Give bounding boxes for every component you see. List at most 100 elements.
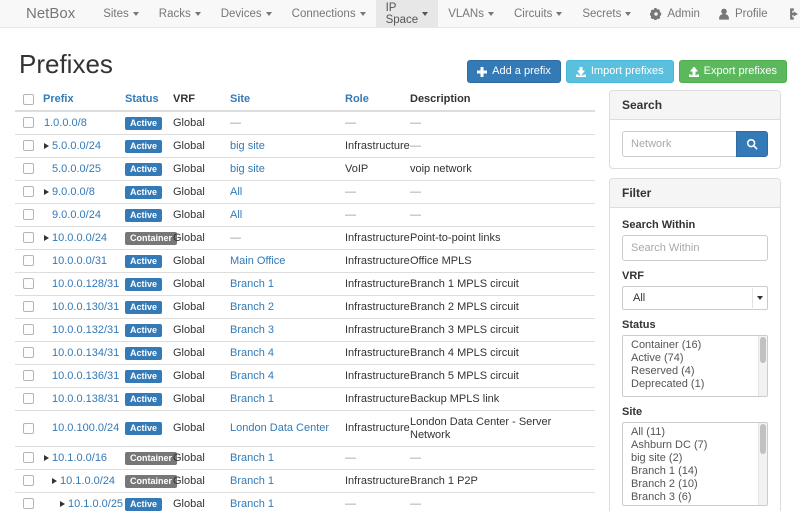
chevron-down-icon xyxy=(752,288,766,308)
site-link[interactable]: Branch 3 xyxy=(230,324,274,336)
navbar-menu-item[interactable]: Secrets xyxy=(572,0,641,27)
table-row: 10.1.0.0/16 Container Global Branch 1 — … xyxy=(15,447,595,470)
add-prefix-button[interactable]: Add a prefix xyxy=(467,60,561,83)
site-link[interactable]: Branch 4 xyxy=(230,370,274,382)
row-checkbox[interactable] xyxy=(23,423,34,434)
site-link[interactable]: Branch 1 xyxy=(230,452,274,464)
profile-menu-item[interactable]: Profile xyxy=(709,0,777,27)
search-button[interactable] xyxy=(736,131,768,157)
site-link[interactable]: Main Office xyxy=(230,255,285,267)
prefix-link[interactable]: 9.0.0.0/24 xyxy=(52,209,101,221)
row-checkbox[interactable] xyxy=(23,140,34,151)
import-prefixes-button[interactable]: Import prefixes xyxy=(566,60,674,83)
row-checkbox[interactable] xyxy=(23,498,34,509)
row-checkbox[interactable] xyxy=(23,117,34,128)
row-checkbox[interactable] xyxy=(23,324,34,335)
filter-option[interactable]: Active (74) xyxy=(631,352,767,365)
status-filter-listbox[interactable]: Container (16)Active (74)Reserved (4)Dep… xyxy=(622,335,768,397)
prefix-link[interactable]: 10.0.0.132/31 xyxy=(52,324,119,336)
filter-option[interactable]: Branch 1 (14) xyxy=(631,465,767,478)
prefix-link[interactable]: 10.1.0.0/25 xyxy=(68,498,123,510)
navbar-menu-item[interactable]: Connections xyxy=(282,0,376,27)
vrf-value: Global xyxy=(173,301,205,313)
site-link[interactable]: big site xyxy=(230,140,265,152)
logout-menu-item[interactable]: Log out xyxy=(777,0,800,27)
vrf-select[interactable]: All xyxy=(622,286,768,310)
prefix-link[interactable]: 10.0.0.136/31 xyxy=(52,370,119,382)
admin-menu-item[interactable]: Admin xyxy=(641,0,709,27)
prefix-link[interactable]: 10.0.0.0/31 xyxy=(52,255,107,267)
select-all-checkbox[interactable] xyxy=(23,94,34,105)
column-header-role[interactable]: Role xyxy=(345,93,369,105)
navbar-menu-item[interactable]: IP Space xyxy=(376,0,439,27)
filter-option[interactable]: All (11) xyxy=(631,426,767,439)
row-checkbox[interactable] xyxy=(23,301,34,312)
prefix-link[interactable]: 1.0.0.0/8 xyxy=(44,117,87,129)
prefix-link[interactable]: 10.0.0.0/24 xyxy=(52,232,107,244)
row-checkbox[interactable] xyxy=(23,393,34,404)
row-checkbox[interactable] xyxy=(23,475,34,486)
column-header-prefix[interactable]: Prefix xyxy=(43,93,74,105)
row-checkbox[interactable] xyxy=(23,186,34,197)
navbar-menu-item[interactable]: Circuits xyxy=(504,0,572,27)
row-checkbox[interactable] xyxy=(23,163,34,174)
site-filter-listbox[interactable]: All (11)Ashburn DC (7)big site (2)Branch… xyxy=(622,422,768,506)
role-value: Infrastructure xyxy=(345,324,410,336)
navbar-menu-item[interactable]: Devices xyxy=(211,0,282,27)
row-checkbox[interactable] xyxy=(23,347,34,358)
filter-option[interactable]: Deprecated (1) xyxy=(631,378,767,391)
column-header-status[interactable]: Status xyxy=(125,93,159,105)
status-badge: Active xyxy=(125,163,162,176)
status-badge: Container xyxy=(125,475,177,488)
row-checkbox[interactable] xyxy=(23,452,34,463)
row-checkbox[interactable] xyxy=(23,209,34,220)
filter-option[interactable]: Ashburn DC (7) xyxy=(631,439,767,452)
caret-right-icon xyxy=(44,189,49,195)
status-scrollbar[interactable] xyxy=(758,336,767,396)
site-options: All (11)Ashburn DC (7)big site (2)Branch… xyxy=(623,423,767,506)
navbar-menu-item-label: Secrets xyxy=(582,8,621,20)
filter-option[interactable]: Branch 4 (12) xyxy=(631,504,767,506)
prefix-link[interactable]: 10.0.100.0/24 xyxy=(52,422,119,434)
site-link[interactable]: Branch 1 xyxy=(230,498,274,510)
prefix-link[interactable]: 10.0.0.138/31 xyxy=(52,393,119,405)
prefix-link[interactable]: 10.1.0.0/24 xyxy=(60,475,115,487)
row-checkbox[interactable] xyxy=(23,370,34,381)
site-link[interactable]: big site xyxy=(230,163,265,175)
column-header-site[interactable]: Site xyxy=(230,93,250,105)
row-checkbox[interactable] xyxy=(23,255,34,266)
filter-option[interactable]: Branch 2 (10) xyxy=(631,478,767,491)
navbar-menu-item-label: Racks xyxy=(159,8,191,20)
site-link[interactable]: Branch 1 xyxy=(230,393,274,405)
site-link[interactable]: Branch 2 xyxy=(230,301,274,313)
row-checkbox[interactable] xyxy=(23,278,34,289)
site-link[interactable]: All xyxy=(230,209,242,221)
site-link[interactable]: Branch 1 xyxy=(230,475,274,487)
site-link[interactable]: All xyxy=(230,186,242,198)
filter-option[interactable]: big site (2) xyxy=(631,452,767,465)
row-checkbox[interactable] xyxy=(23,232,34,243)
site-scrollbar[interactable] xyxy=(758,423,767,505)
filter-option[interactable]: Reserved (4) xyxy=(631,365,767,378)
prefix-link[interactable]: 9.0.0.0/8 xyxy=(52,186,95,198)
site-filter-label: Site xyxy=(622,406,768,418)
brand-logo[interactable]: NetBox xyxy=(12,0,85,27)
navbar-menu-item[interactable]: VLANs xyxy=(438,0,504,27)
site-link[interactable]: Branch 4 xyxy=(230,347,274,359)
search-input[interactable] xyxy=(622,131,736,157)
prefix-link[interactable]: 5.0.0.0/25 xyxy=(52,163,101,175)
search-within-input[interactable] xyxy=(622,235,768,261)
filter-option[interactable]: Container (16) xyxy=(631,339,767,352)
filter-option[interactable]: Branch 3 (6) xyxy=(631,491,767,504)
site-link[interactable]: London Data Center xyxy=(230,422,329,434)
filter-panel: Filter Search Within VRF All Status Cont… xyxy=(609,178,781,511)
prefix-link[interactable]: 10.1.0.0/16 xyxy=(52,452,107,464)
navbar-menu-item[interactable]: Racks xyxy=(149,0,211,27)
prefix-link[interactable]: 10.0.0.134/31 xyxy=(52,347,119,359)
prefix-link[interactable]: 5.0.0.0/24 xyxy=(52,140,101,152)
prefix-link[interactable]: 10.0.0.128/31 xyxy=(52,278,119,290)
export-prefixes-button[interactable]: Export prefixes xyxy=(679,60,787,83)
prefix-link[interactable]: 10.0.0.130/31 xyxy=(52,301,119,313)
navbar-menu-item[interactable]: Sites xyxy=(93,0,149,27)
site-link[interactable]: Branch 1 xyxy=(230,278,274,290)
